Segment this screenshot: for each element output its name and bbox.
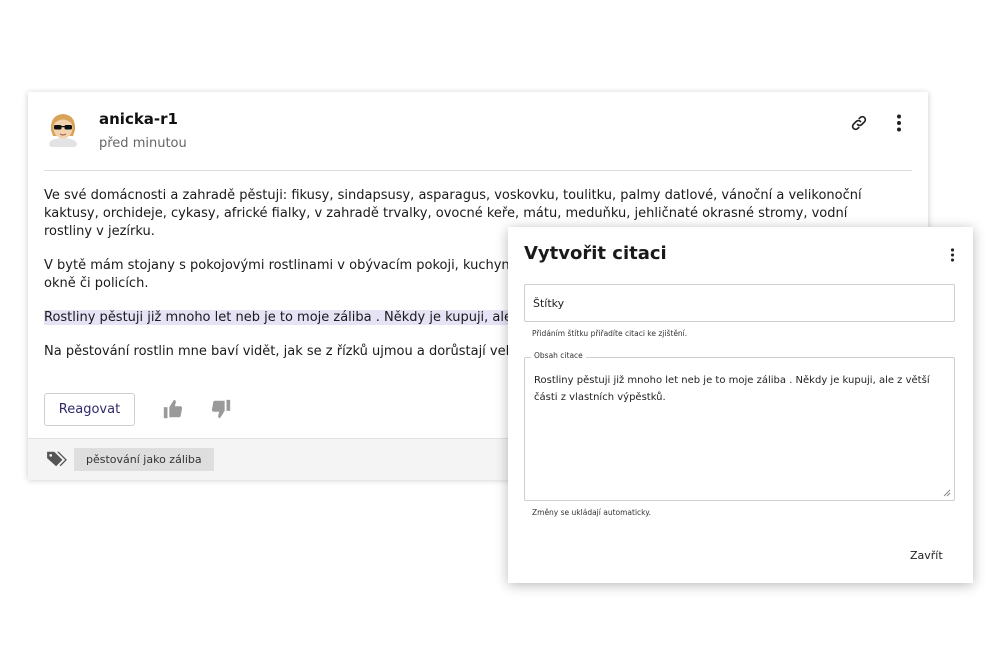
thumb-down-icon [211, 399, 231, 419]
user-avatar [49, 114, 77, 147]
reply-button[interactable]: Reagovat [44, 393, 135, 426]
quote-content-label: Obsah citace [531, 351, 586, 360]
tag-chip[interactable]: pěstování jako záliba [74, 448, 214, 471]
post-more-button[interactable] [886, 110, 912, 136]
post-paragraph-line: okně či policích. [44, 276, 149, 291]
link-icon [851, 115, 867, 131]
create-quote-dialog: Vytvořit citaci Přidáním štítku přiřadít… [508, 227, 973, 583]
post-timestamp: před minutou [99, 136, 187, 151]
thumb-up-icon [163, 399, 183, 419]
dialog-more-button[interactable] [941, 244, 963, 266]
copy-link-button[interactable] [846, 110, 872, 136]
selected-text[interactable]: Rostliny pěstuji již mnoho let neb je to… [44, 310, 535, 325]
post-author[interactable]: anicka-r1 [99, 110, 178, 128]
tags-input[interactable] [524, 284, 955, 322]
header-divider [44, 170, 912, 171]
upvote-button[interactable] [162, 398, 186, 422]
dialog-title: Vytvořit citaci [524, 243, 667, 264]
resize-handle-icon[interactable] [943, 489, 951, 497]
post-paragraph-line: V bytě mám stojany s pokojovými rostlina… [44, 258, 518, 273]
close-button[interactable]: Zavřít [910, 549, 943, 562]
downvote-button[interactable] [210, 398, 234, 422]
more-vertical-icon [950, 248, 954, 262]
quote-content-textarea[interactable]: Rostliny pěstuji již mnoho let neb je to… [532, 370, 950, 492]
tags-helper-text: Přidáním štítku přiřadíte citaci ke zjiš… [532, 329, 688, 338]
more-vertical-icon [897, 114, 901, 132]
tags-icon [47, 451, 67, 467]
autosave-note: Změny se ukládají automaticky. [532, 508, 651, 517]
quote-content-field: Obsah citace Rostliny pěstuji již mnoho … [524, 351, 955, 501]
